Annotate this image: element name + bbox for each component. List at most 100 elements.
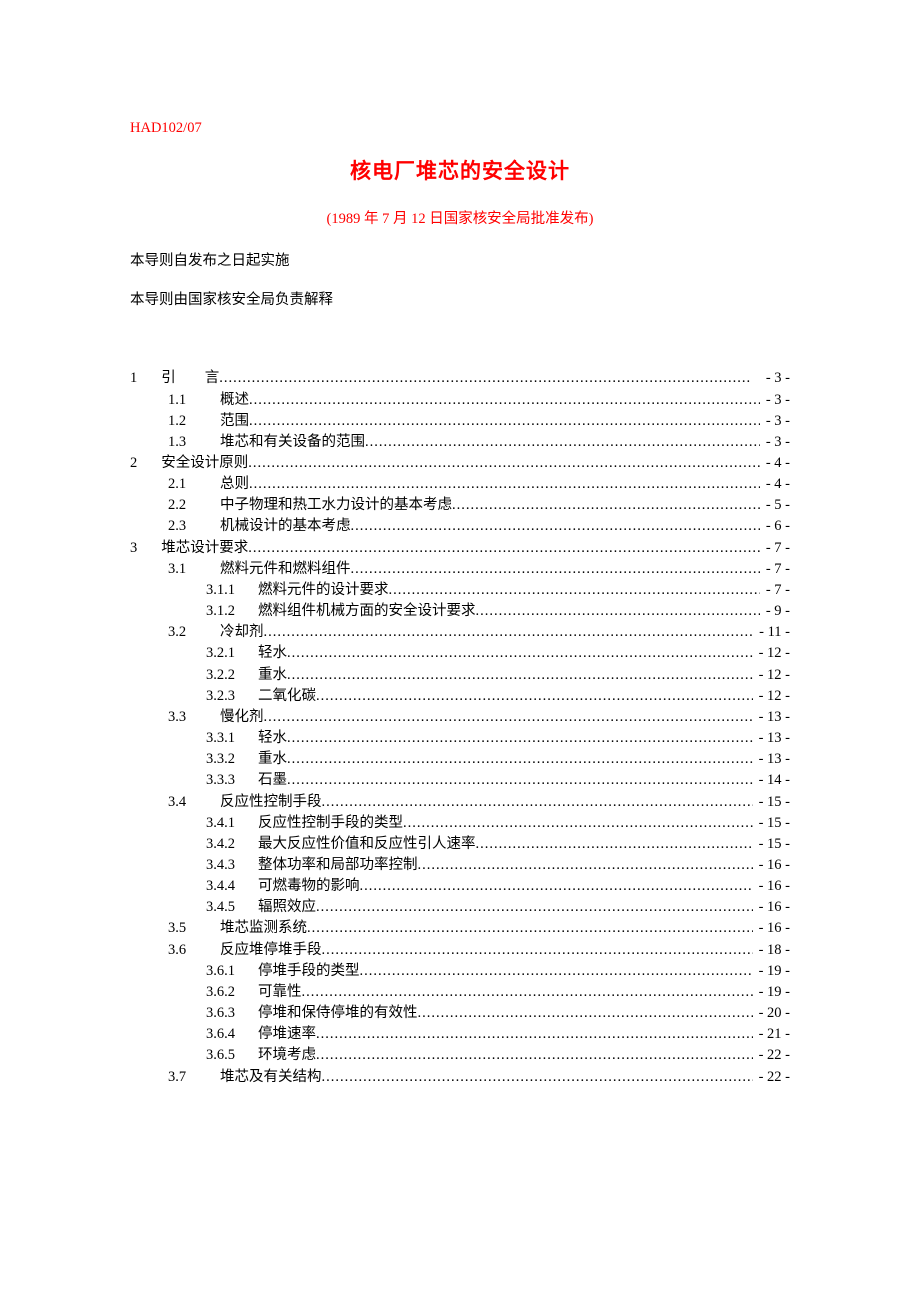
- toc-entry: 2.1总则- 4 -: [130, 474, 790, 495]
- toc-number: 1.1: [168, 390, 220, 411]
- toc-number: 3.3.3: [206, 770, 258, 791]
- toc-label: 停堆和保侍停堆的有效性: [258, 1003, 418, 1024]
- toc-label: 引 言: [161, 368, 219, 389]
- toc-leader-dots: [351, 559, 760, 580]
- toc-page-number: - 13 -: [753, 749, 790, 770]
- toc-entry: 3.6.1停堆手段的类型- 19 -: [130, 961, 790, 982]
- toc-number: 3.2.1: [206, 643, 258, 664]
- toc-entry: 3.7堆芯及有关结构- 22 -: [130, 1067, 790, 1088]
- toc-leader-dots: [249, 390, 760, 411]
- toc-page-number: - 18 -: [753, 940, 790, 961]
- toc-page-number: - 15 -: [753, 834, 790, 855]
- toc-entry: 3.3.2重水- 13 -: [130, 749, 790, 770]
- toc-label: 范围: [220, 411, 249, 432]
- toc-page-number: - 7 -: [760, 580, 790, 601]
- toc-entry: 3.1燃料元件和燃料组件- 7 -: [130, 559, 790, 580]
- document-title: 核电厂堆芯的安全设计: [130, 155, 790, 185]
- toc-label: 轻水: [258, 643, 287, 664]
- toc-label: 概述: [220, 390, 249, 411]
- toc-number: 3.3.1: [206, 728, 258, 749]
- toc-entry: 3.3慢化剂 - 13 -: [130, 707, 790, 728]
- toc-leader-dots: [322, 940, 753, 961]
- toc-number: 1: [130, 368, 161, 389]
- toc-label: 辐照效应: [258, 897, 316, 918]
- toc-page-number: - 16 -: [753, 918, 790, 939]
- toc-number: 3.4.3: [206, 855, 258, 876]
- toc-entry: 1引 言- 3 -: [130, 368, 790, 389]
- toc-entry: 3.2冷却剂- 11 -: [130, 622, 790, 643]
- toc-number: 3.6.4: [206, 1024, 258, 1045]
- toc-number: 3.4.4: [206, 876, 258, 897]
- toc-entry: 3.6.3停堆和保侍停堆的有效性- 20 -: [130, 1003, 790, 1024]
- toc-entry: 3堆芯设计要求- 7 -: [130, 538, 790, 559]
- toc-label: 整体功率和局部功率控制: [258, 855, 418, 876]
- toc-page-number: - 12 -: [753, 665, 790, 686]
- toc-leader-dots: [248, 538, 760, 559]
- toc-number: 3.2.3: [206, 686, 258, 707]
- toc-label: 石墨: [258, 770, 287, 791]
- toc-page-number: - 4 -: [760, 453, 790, 474]
- toc-number: 3.7: [168, 1067, 220, 1088]
- toc-number: 2.2: [168, 495, 220, 516]
- toc-number: 1.2: [168, 411, 220, 432]
- toc-page-number: - 15 -: [753, 813, 790, 834]
- toc-entry: 1.1概述- 3 -: [130, 390, 790, 411]
- toc-leader-dots: [249, 474, 760, 495]
- toc-page-number: - 16 -: [753, 855, 790, 876]
- toc-leader-dots: [249, 411, 760, 432]
- toc-page-number: - 22 -: [753, 1067, 790, 1088]
- toc-entry: 3.2.1轻水- 12 -: [130, 643, 790, 664]
- toc-leader-dots: [307, 918, 753, 939]
- toc-number: 3.3: [168, 707, 220, 728]
- toc-label: 堆芯设计要求: [161, 538, 248, 559]
- toc-leader-dots: [351, 516, 760, 537]
- toc-label: 重水: [258, 665, 287, 686]
- toc-entry: 2安全设计原则 - 4 -: [130, 453, 790, 474]
- toc-entry: 3.6.5环境考虑- 22 -: [130, 1045, 790, 1066]
- toc-leader-dots: [360, 961, 753, 982]
- toc-page-number: - 19 -: [753, 961, 790, 982]
- toc-leader-dots: [316, 1045, 753, 1066]
- toc-entry: 3.4.2最大反应性价值和反应性引人速率- 15 -: [130, 834, 790, 855]
- toc-entry: 3.5堆芯监测系统- 16 -: [130, 918, 790, 939]
- document-code: HAD102/07: [130, 120, 790, 137]
- toc-label: 二氧化碳: [258, 686, 316, 707]
- toc-label: 燃料元件的设计要求: [258, 580, 389, 601]
- toc-number: 3: [130, 538, 161, 559]
- toc-number: 3.4.1: [206, 813, 258, 834]
- toc-label: 可靠性: [258, 982, 302, 1003]
- toc-leader-dots: [476, 601, 760, 622]
- toc-label: 反应堆停堆手段: [220, 940, 322, 961]
- toc-entry: 2.2中子物理和热工水力设计的基本考虑 - 5 -: [130, 495, 790, 516]
- toc-page-number: - 11 -: [753, 622, 790, 643]
- toc-number: 3.6.5: [206, 1045, 258, 1066]
- toc-entry: 3.4.4可燃毒物的影响- 16 -: [130, 876, 790, 897]
- toc-label: 中子物理和热工水力设计的基本考虑: [220, 495, 452, 516]
- toc-leader-dots: [365, 432, 760, 453]
- toc-leader-dots: [248, 453, 760, 474]
- toc-entry: 3.1.1燃料元件的设计要求- 7 -: [130, 580, 790, 601]
- toc-label: 轻水: [258, 728, 287, 749]
- toc-label: 安全设计原则: [161, 453, 248, 474]
- toc-page-number: - 13 -: [753, 728, 790, 749]
- toc-page-number: - 5 -: [760, 495, 790, 516]
- document-note-1: 本导则自发布之日起实施: [130, 250, 790, 273]
- toc-number: 3.6.3: [206, 1003, 258, 1024]
- toc-page-number: - 3 -: [760, 432, 790, 453]
- table-of-contents: 1引 言- 3 -1.1概述- 3 -1.2范围- 3 -1.3堆芯和有关设备的…: [130, 368, 790, 1087]
- toc-leader-dots: [418, 855, 753, 876]
- toc-page-number: - 3 -: [760, 411, 790, 432]
- toc-entry: 3.6反应堆停堆手段- 18 -: [130, 940, 790, 961]
- toc-entry: 3.4反应性控制手段- 15 -: [130, 792, 790, 813]
- toc-label: 堆芯和有关设备的范围: [220, 432, 365, 453]
- toc-number: 3.4: [168, 792, 220, 813]
- toc-entry: 3.4.1反应性控制手段的类型- 15 -: [130, 813, 790, 834]
- toc-page-number: - 13 -: [753, 707, 790, 728]
- toc-label: 停堆手段的类型: [258, 961, 360, 982]
- toc-number: 2.3: [168, 516, 220, 537]
- toc-leader-dots: [287, 770, 753, 791]
- toc-label: 燃料组件机械方面的安全设计要求: [258, 601, 476, 622]
- toc-leader-dots: [264, 622, 754, 643]
- toc-label: 慢化剂: [220, 707, 264, 728]
- toc-number: 2: [130, 453, 161, 474]
